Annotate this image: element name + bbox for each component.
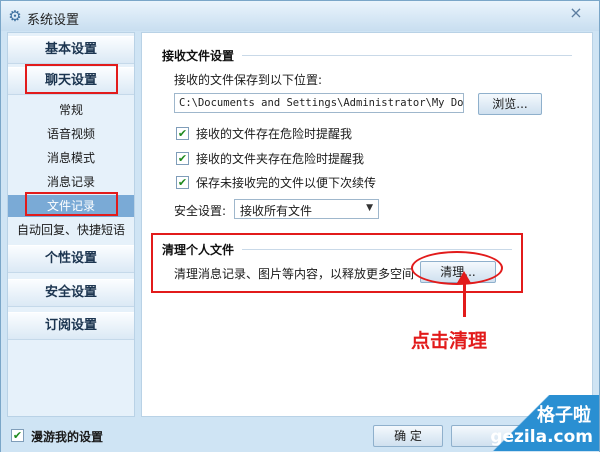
window-title: 系统设置 xyxy=(27,13,80,28)
chevron-down-icon: ▼ xyxy=(366,203,373,213)
watermark-text: 格子啦 xyxy=(537,405,591,426)
watermark-url: gezila.com xyxy=(490,427,593,447)
browse-button[interactable]: 浏览... xyxy=(478,93,542,115)
settings-window: ⚙ 系统设置 × 基本设置 聊天设置 常规 语音视频 消息模式 消息记录 文件记… xyxy=(0,0,600,452)
option-danger-folder-label: 接收的文件夹存在危险时提醒我 xyxy=(196,152,365,166)
annotation-text: 点击清理 xyxy=(411,330,488,352)
title-bar[interactable]: ⚙ 系统设置 × xyxy=(1,1,599,31)
sidebar-subitem-general[interactable]: 常规 xyxy=(8,99,134,121)
save-path-input[interactable]: C:\Documents and Settings\Administrator\… xyxy=(174,93,464,113)
sidebar-subitem-voice-video[interactable]: 语音视频 xyxy=(8,123,134,145)
option-resume-label: 保存未接收完的文件以便下次续传 xyxy=(196,176,377,190)
settings-content: 接收文件设置 接收的文件保存到以下位置: C:\Documents and Se… xyxy=(141,32,593,417)
ok-button[interactable]: 确 定 xyxy=(373,425,443,447)
sidebar-item-subscription-settings[interactable]: 订阅设置 xyxy=(8,312,134,340)
watermark-logo: 格子啦 gezila.com xyxy=(490,395,599,451)
sidebar-item-security-settings[interactable]: 安全设置 xyxy=(8,279,134,307)
sidebar-item-chat-settings[interactable]: 聊天设置 xyxy=(8,67,134,95)
section-divider xyxy=(242,55,572,56)
security-setting-label: 安全设置: xyxy=(174,204,227,218)
roam-settings-checkbox[interactable]: ✔ xyxy=(11,429,24,442)
save-location-label: 接收的文件保存到以下位置: xyxy=(174,73,323,87)
section-divider xyxy=(242,249,512,250)
option-danger-file-checkbox[interactable]: ✔ xyxy=(176,127,189,140)
option-resume-checkbox[interactable]: ✔ xyxy=(176,176,189,189)
annotation-arrow-line xyxy=(463,281,466,317)
receive-section-title: 接收文件设置 xyxy=(162,49,235,63)
roam-settings-label: 漫游我的设置 xyxy=(31,430,104,444)
sidebar-subitem-file-history[interactable]: 文件记录 xyxy=(8,195,134,217)
option-danger-file-label: 接收的文件存在危险时提醒我 xyxy=(196,127,353,141)
option-danger-folder-checkbox[interactable]: ✔ xyxy=(176,152,189,165)
sidebar-item-basic-settings[interactable]: 基本设置 xyxy=(8,36,134,64)
sidebar-item-personalize-settings[interactable]: 个性设置 xyxy=(8,245,134,273)
cleanup-section-title: 清理个人文件 xyxy=(162,243,235,257)
sidebar-subitem-message-mode[interactable]: 消息模式 xyxy=(8,147,134,169)
cleanup-description: 清理消息记录、图片等内容，以释放更多空间 xyxy=(174,267,415,281)
gear-icon: ⚙ xyxy=(8,7,22,25)
close-button[interactable]: × xyxy=(561,3,591,23)
sidebar: 基本设置 聊天设置 常规 语音视频 消息模式 消息记录 文件记录 自动回复、快捷… xyxy=(7,32,135,417)
security-setting-value: 接收所有文件 xyxy=(240,204,313,218)
sidebar-subitem-message-history[interactable]: 消息记录 xyxy=(8,171,134,193)
security-setting-select[interactable]: 接收所有文件 ▼ xyxy=(234,199,379,219)
sidebar-subitem-auto-reply[interactable]: 自动回复、快捷短语 xyxy=(8,219,134,241)
